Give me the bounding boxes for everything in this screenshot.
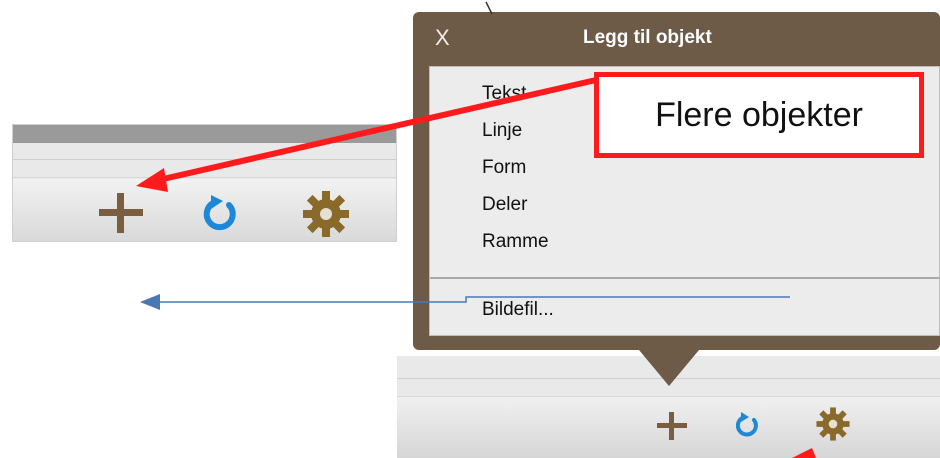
menu-separator [430,277,939,279]
close-button[interactable]: X [435,26,450,50]
add-object-popover: X Legg til objekt Tekst Linje Form Deler… [413,12,940,386]
popover-caret [639,350,699,386]
menu-item-text[interactable]: Tekst [482,83,526,105]
plus-icon[interactable] [99,193,143,233]
annotation-callout: Flere objekter [594,72,924,158]
refresh-icon[interactable] [203,191,239,235]
titlebar-strip [13,125,396,143]
menu-item-line[interactable]: Linje [482,120,522,142]
toolbar-crop-large [12,124,397,242]
gear-icon[interactable] [815,406,851,442]
menu-item-parts[interactable]: Deler [482,194,527,216]
blue-arrowhead [140,294,160,310]
plus-icon[interactable] [657,412,687,440]
menu-item-image-file[interactable]: Bildefil... [482,299,554,321]
callout-label: Flere objekter [655,95,863,134]
divider [13,177,396,178]
gear-icon[interactable] [301,189,351,239]
divider [13,159,396,160]
menu-item-shape[interactable]: Form [482,157,526,179]
refresh-icon[interactable] [735,410,761,442]
popover-title: Legg til objekt [583,27,712,48]
menu-item-frame[interactable]: Ramme [482,231,549,253]
